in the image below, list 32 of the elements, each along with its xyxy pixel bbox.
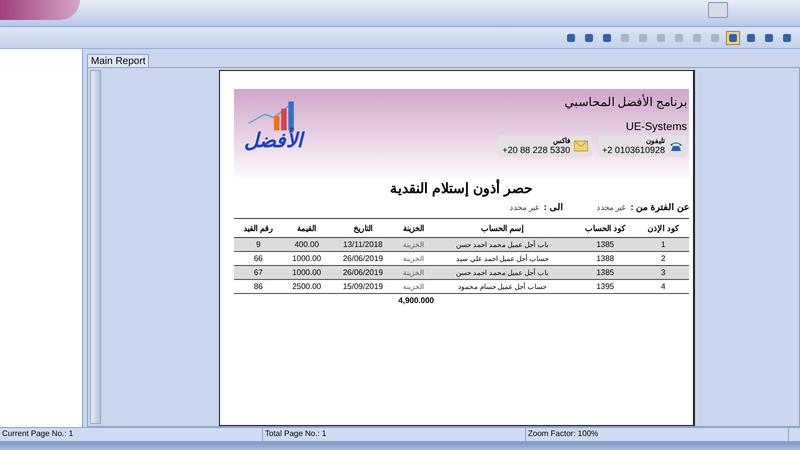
table-cell: 1385 <box>572 238 638 252</box>
table-cell: 86 <box>234 280 283 294</box>
company-subtitle: UE-Systems <box>624 121 687 135</box>
table-cell: 15/09/2019 <box>330 280 396 294</box>
table-cell: 4 <box>638 280 689 294</box>
table-cell: 1395 <box>572 280 638 294</box>
envelope-icon <box>574 140 588 152</box>
table-cell: 67 <box>234 266 283 280</box>
period-to-label: الى : <box>544 202 564 212</box>
status-bar-field: Zoom Factor: 100% <box>526 428 789 441</box>
company-name: برنامج الأفضل المحاسبي <box>563 95 687 111</box>
fax-number: +20 88 228 5330 <box>502 145 570 155</box>
table-cell: 26/06/2019 <box>330 266 396 280</box>
period-from-label: عن الفترة من : <box>630 202 689 212</box>
period-to-value: غير محدد <box>510 203 539 212</box>
table-cell: 1 <box>638 238 689 252</box>
resize-button[interactable] <box>708 2 728 18</box>
telephone-icon <box>669 140 683 152</box>
table-cell: 400.00 <box>282 238 331 252</box>
table-cell: 1385 <box>572 266 638 280</box>
status-bar-field: Current Page No.: 1 <box>0 428 263 441</box>
report-title: حصر أذون إستلام النقدية <box>389 178 534 199</box>
table-cell: 1000.00 <box>282 266 331 280</box>
period-from-value: غير محدد <box>596 203 626 212</box>
table-cell: 13/11/2018 <box>330 238 396 252</box>
table-cell: 2500.00 <box>282 280 331 294</box>
status-bar-field: Total Page No.: 1 <box>263 428 526 441</box>
table-cell: 3 <box>638 266 689 280</box>
scroll-bar[interactable] <box>90 70 101 424</box>
total-amount: 4,900.000 <box>397 295 434 305</box>
phone-number: +2 0103610928 <box>602 145 665 155</box>
table-cell: 9 <box>234 238 283 252</box>
